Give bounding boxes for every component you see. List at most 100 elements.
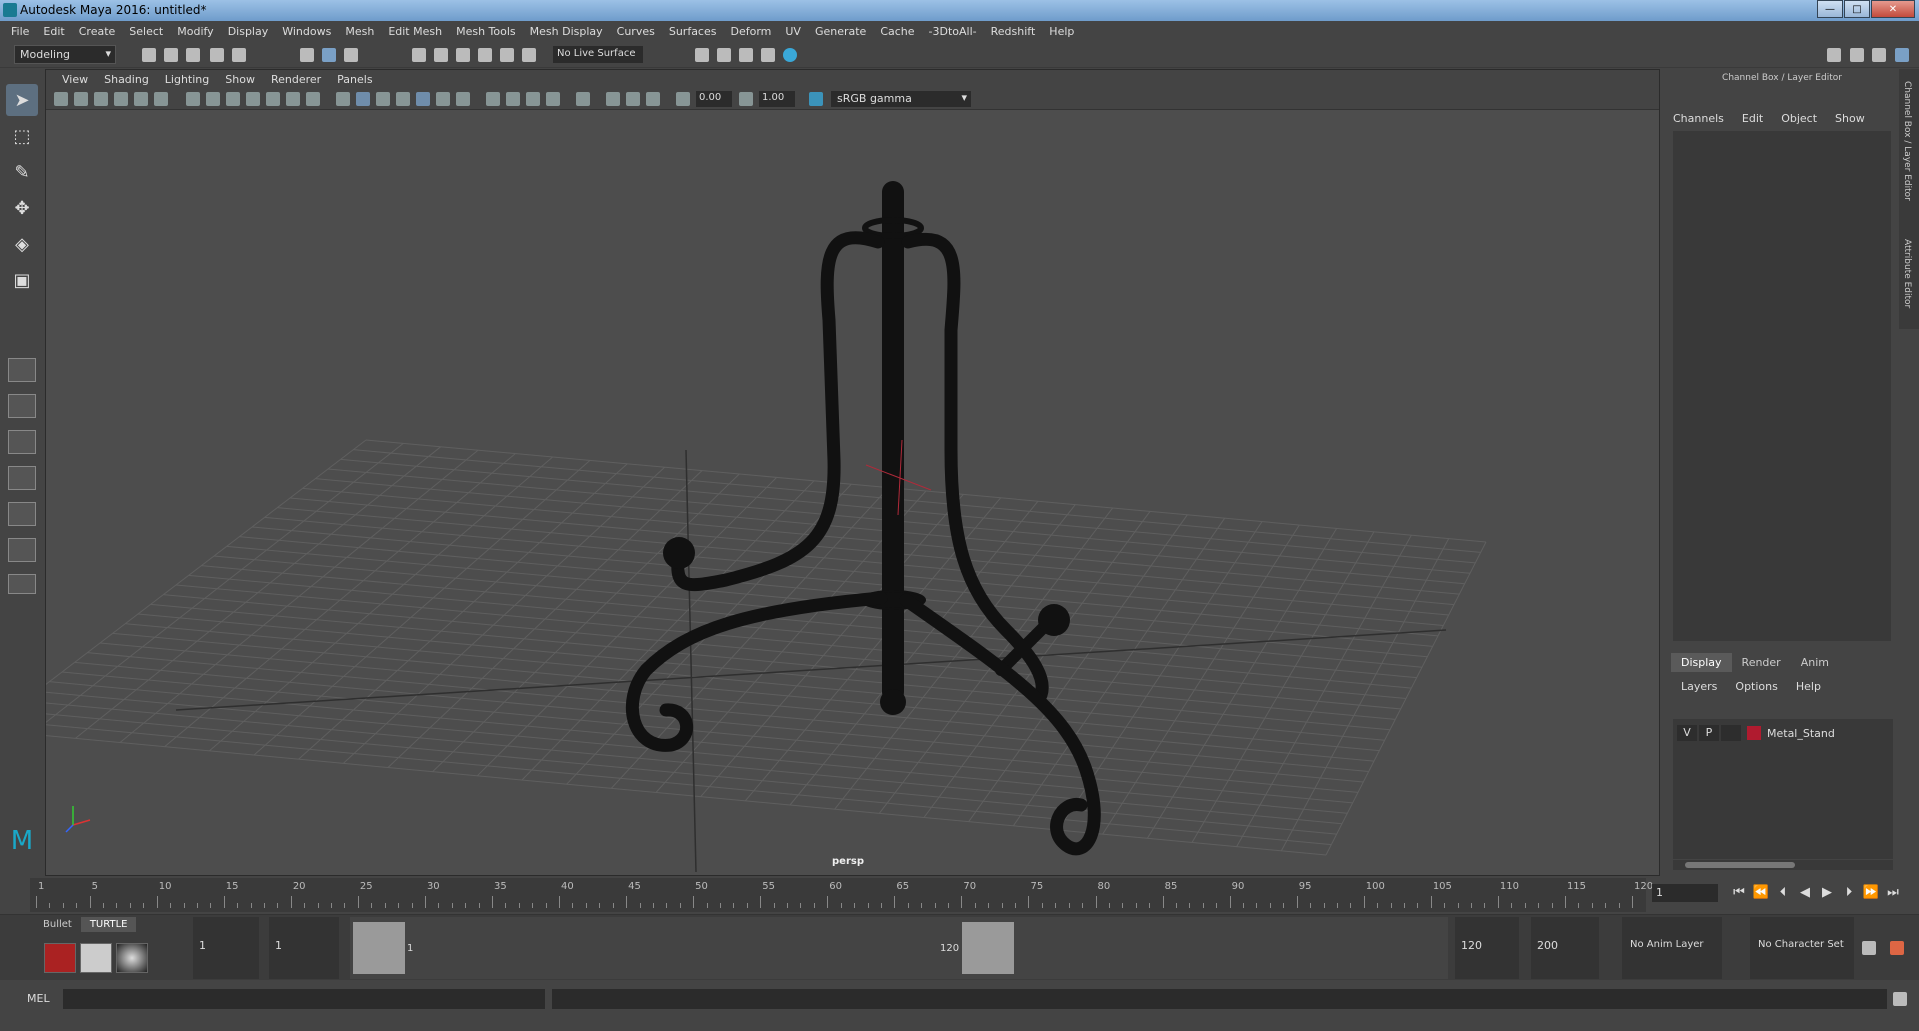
outliner-icon[interactable] — [1872, 48, 1886, 62]
isolate-select-icon[interactable] — [576, 92, 590, 106]
lasso-tool-icon[interactable]: ⬚ — [6, 120, 38, 152]
undo-icon[interactable] — [210, 48, 224, 62]
menu-channel-show[interactable]: Show — [1835, 112, 1865, 125]
channel-box-toggle-icon[interactable] — [1895, 48, 1909, 62]
view-transform-dropdown[interactable]: sRGB gamma — [831, 91, 971, 107]
menu-3dtoall[interactable]: -3DtoAll- — [929, 25, 977, 38]
menu-object[interactable]: Object — [1781, 112, 1817, 125]
script-language-label[interactable]: MEL — [27, 992, 50, 1005]
viewport-menu-view[interactable]: View — [62, 73, 88, 86]
go-to-start-icon[interactable]: ⏮ — [1728, 885, 1750, 900]
tab-anim[interactable]: Anim — [1791, 653, 1839, 672]
grease-pencil-icon[interactable] — [134, 92, 148, 106]
wireframe-icon[interactable] — [336, 92, 350, 106]
step-back-frame-icon[interactable]: ⏴ — [1772, 885, 1794, 900]
layer-display-type-toggle[interactable] — [1721, 725, 1741, 741]
channel-list[interactable] — [1673, 131, 1891, 641]
snap-grid-icon[interactable] — [412, 48, 426, 62]
menu-edit[interactable]: Edit — [43, 25, 64, 38]
viewport-menu-show[interactable]: Show — [225, 73, 255, 86]
menu-file[interactable]: File — [11, 25, 29, 38]
menu-uv[interactable]: UV — [785, 25, 801, 38]
scrollbar-thumb[interactable] — [1685, 862, 1795, 868]
menu-mesh[interactable]: Mesh — [345, 25, 374, 38]
shelf-tab-bullet[interactable]: Bullet — [34, 917, 81, 932]
playback-end-field[interactable]: 120 — [1455, 917, 1519, 979]
go-to-end-icon[interactable]: ⏭ — [1882, 885, 1904, 900]
layer-playback-toggle[interactable]: P — [1699, 725, 1719, 741]
menu-modify[interactable]: Modify — [177, 25, 213, 38]
paint-select-tool-icon[interactable]: ✎ — [6, 156, 38, 188]
scale-tool-icon[interactable]: ▣ — [6, 264, 38, 296]
script-editor-icon[interactable] — [1893, 992, 1907, 1006]
use-default-material-icon[interactable] — [376, 92, 390, 106]
range-slider-start-handle[interactable] — [353, 922, 405, 974]
stand-leg-front-right[interactable] — [899, 593, 1101, 856]
gamma-icon[interactable] — [739, 92, 753, 106]
viewport-menu-panels[interactable]: Panels — [337, 73, 372, 86]
minimize-button[interactable]: — — [1817, 0, 1843, 18]
exposure-field[interactable]: 0.00 — [696, 91, 732, 107]
hypershade-layout-icon[interactable] — [8, 538, 36, 562]
collapse-layout-icon[interactable] — [8, 574, 36, 594]
color-management-icon[interactable] — [809, 92, 823, 106]
turtle-render-icon[interactable] — [44, 943, 76, 973]
close-button[interactable]: ✕ — [1871, 0, 1915, 18]
menu-deform[interactable]: Deform — [730, 25, 771, 38]
grid-toggle-icon[interactable] — [186, 92, 200, 106]
menu-layer-help[interactable]: Help — [1796, 680, 1821, 693]
new-scene-icon[interactable] — [142, 48, 156, 62]
step-back-key-icon[interactable]: ⏪ — [1750, 885, 1772, 900]
menu-cache[interactable]: Cache — [880, 25, 914, 38]
wireframe-on-shaded-icon[interactable] — [396, 92, 410, 106]
save-scene-icon[interactable] — [186, 48, 200, 62]
layer-visibility-toggle[interactable]: V — [1677, 725, 1697, 741]
turtle-shader-icon[interactable] — [116, 943, 148, 973]
persp-graph-layout-icon[interactable] — [8, 466, 36, 490]
menu-surfaces[interactable]: Surfaces — [669, 25, 717, 38]
resolution-gate-icon[interactable] — [226, 92, 240, 106]
command-input[interactable] — [63, 989, 545, 1009]
select-hierarchy-icon[interactable] — [300, 48, 314, 62]
bookmark-icon[interactable] — [94, 92, 108, 106]
anti-aliasing-icon[interactable] — [526, 92, 540, 106]
toggle-sidebar-icon[interactable] — [1850, 48, 1864, 62]
snap-live-icon[interactable] — [500, 48, 514, 62]
safe-action-icon[interactable] — [286, 92, 300, 106]
anim-start-field[interactable]: 1 — [193, 917, 259, 979]
menu-set-dropdown[interactable]: Modeling — [14, 45, 116, 64]
rotate-tool-icon[interactable]: ◈ — [6, 228, 38, 260]
menu-select[interactable]: Select — [129, 25, 163, 38]
textured-icon[interactable] — [416, 92, 430, 106]
viewport-menu-renderer[interactable]: Renderer — [271, 73, 321, 86]
side-tab-channel-box[interactable]: Channel Box / Layer Editor — [1902, 81, 1912, 201]
menu-generate[interactable]: Generate — [815, 25, 866, 38]
live-surface-field[interactable]: No Live Surface — [553, 46, 643, 63]
play-backwards-icon[interactable]: ◀ — [1794, 885, 1816, 900]
2d-pan-zoom-icon[interactable] — [154, 92, 168, 106]
screen-space-ao-icon[interactable] — [486, 92, 500, 106]
exposure-icon[interactable] — [676, 92, 690, 106]
gamma-field[interactable]: 1.00 — [759, 91, 795, 107]
menu-layers[interactable]: Layers — [1681, 680, 1717, 693]
select-object-icon[interactable] — [322, 48, 336, 62]
shadows-icon[interactable] — [456, 92, 470, 106]
menu-display[interactable]: Display — [228, 25, 269, 38]
snap-point-icon[interactable] — [456, 48, 470, 62]
layer-row[interactable]: V P Metal_Stand — [1677, 724, 1889, 742]
time-slider-track[interactable]: 1 5 10 15 20 25 30 35 40 45 50 55 60 65 70 75 80 85 90 95 10… — [30, 878, 1653, 912]
four-view-layout-icon[interactable] — [8, 394, 36, 418]
menu-mesh-display[interactable]: Mesh Display — [530, 25, 603, 38]
select-component-icon[interactable] — [344, 48, 358, 62]
hypershade-icon[interactable] — [783, 48, 797, 62]
step-forward-frame-icon[interactable]: ⏵ — [1838, 885, 1860, 900]
menu-redshift[interactable]: Redshift — [991, 25, 1036, 38]
single-view-layout-icon[interactable] — [8, 358, 36, 382]
select-tool-icon[interactable]: ➤ — [6, 84, 38, 116]
smooth-shade-icon[interactable] — [356, 92, 370, 106]
xray-joints-icon[interactable] — [626, 92, 640, 106]
redo-icon[interactable] — [232, 48, 246, 62]
camera-attributes-icon[interactable] — [74, 92, 88, 106]
anim-end-field[interactable]: 200 — [1531, 917, 1599, 979]
field-chart-icon[interactable] — [266, 92, 280, 106]
